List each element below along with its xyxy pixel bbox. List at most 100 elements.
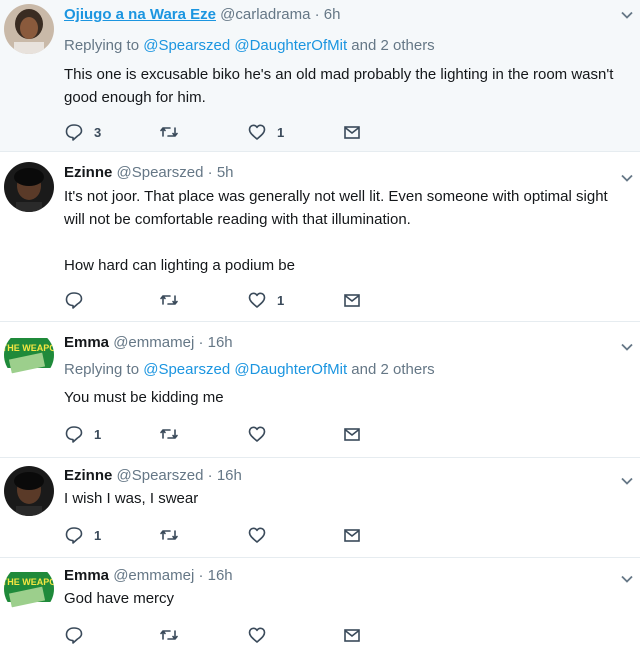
display-name[interactable]: Emma — [64, 567, 109, 584]
retweet-icon — [160, 530, 178, 540]
envelope-icon — [344, 126, 360, 139]
reply-icon — [65, 627, 83, 644]
like-count: 1 — [277, 292, 285, 308]
mention-link[interactable]: @DaughterOfMit — [234, 37, 347, 54]
timestamp[interactable]: 16h — [217, 467, 242, 484]
tweet-header: Emma @emmamej · 16h — [64, 566, 233, 586]
timestamp[interactable]: 16h — [208, 567, 233, 584]
separator: · — [198, 334, 204, 351]
tweet-actions: 1 — [64, 289, 384, 311]
tweet-text: How hard can lighting a podium be — [64, 257, 295, 274]
display-name[interactable]: Emma — [64, 334, 109, 351]
timestamp[interactable]: 5h — [217, 164, 234, 181]
timestamp[interactable]: 16h — [208, 334, 233, 351]
display-name[interactable]: Ojiugo a na Wara Eze — [64, 6, 216, 23]
tweet-header: Ezinne @Spearszed · 16h — [64, 466, 242, 486]
heart-icon — [248, 426, 266, 442]
reply-button[interactable]: 1 — [64, 423, 101, 445]
like-count: 1 — [277, 124, 285, 140]
username[interactable]: @carladrama — [220, 6, 310, 23]
tweet-actions: 3 1 — [64, 121, 384, 143]
avatar[interactable]: THE WEAPO — [4, 330, 54, 380]
chevron-down-icon[interactable] — [620, 340, 634, 354]
others-link[interactable]: 2 others — [380, 361, 434, 378]
username[interactable]: @emmamej — [113, 567, 194, 584]
display-name[interactable]: Ezinne — [64, 467, 112, 484]
heart-icon — [248, 627, 266, 643]
retweet-button[interactable] — [159, 423, 189, 445]
reply-count: 1 — [94, 527, 102, 543]
tweet[interactable]: Ezinne @Spearszed · 5h It's not joor. Th… — [0, 152, 640, 322]
separator: · — [314, 6, 320, 23]
direct-message-button[interactable] — [342, 289, 362, 311]
tweet-text: It's not joor. That place was generally … — [64, 188, 608, 228]
direct-message-button[interactable] — [342, 524, 362, 546]
heart-icon — [248, 292, 266, 308]
tweet[interactable]: Ojiugo a na Wara Eze @carladrama · 6h Re… — [0, 0, 640, 152]
tweet-text: This one is excusable biko he's an old m… — [64, 66, 614, 106]
mention-link[interactable]: @Spearszed — [143, 361, 230, 378]
chevron-down-icon[interactable] — [620, 171, 634, 185]
avatar[interactable]: THE WEAPO — [4, 564, 54, 614]
avatar-logo-text: THE WEAPO — [4, 343, 54, 353]
username[interactable]: @Spearszed — [117, 164, 204, 181]
separator: · — [198, 567, 204, 584]
like-button[interactable] — [247, 524, 277, 546]
like-button[interactable]: 1 — [247, 121, 284, 143]
retweet-icon — [160, 295, 178, 305]
envelope-icon — [344, 428, 360, 441]
retweet-button[interactable] — [159, 121, 189, 143]
tweet-text: I wish I was, I swear — [64, 490, 199, 507]
tweet-header: Ezinne @Spearszed · 5h — [64, 163, 234, 183]
display-name[interactable]: Ezinne — [64, 164, 112, 181]
retweet-icon — [160, 429, 178, 439]
chevron-down-icon[interactable] — [620, 474, 634, 488]
reply-icon — [65, 426, 83, 443]
avatar[interactable] — [4, 162, 54, 212]
avatar-logo-text: THE WEAPO — [4, 577, 54, 587]
replying-to: Replying to @Spearszed @DaughterOfMit an… — [64, 361, 435, 378]
tweet-header: Emma @emmamej · 16h — [64, 333, 233, 353]
like-button[interactable] — [247, 624, 277, 646]
tweet[interactable]: Ezinne @Spearszed · 16h I wish I was, I … — [0, 458, 640, 558]
mention-link[interactable]: @DaughterOfMit — [234, 361, 347, 378]
reply-button[interactable]: 3 — [64, 121, 101, 143]
tweet-header: Ojiugo a na Wara Eze @carladrama · 6h — [64, 5, 340, 25]
heart-icon — [248, 527, 266, 543]
separator: · — [207, 467, 213, 484]
retweet-icon — [160, 630, 178, 640]
tweet-actions: 1 — [64, 423, 384, 445]
retweet-button[interactable] — [159, 524, 189, 546]
retweet-icon — [160, 127, 178, 137]
chevron-down-icon[interactable] — [620, 8, 634, 22]
reply-icon — [65, 292, 83, 309]
direct-message-button[interactable] — [342, 121, 362, 143]
username[interactable]: @emmamej — [113, 334, 194, 351]
chevron-down-icon[interactable] — [620, 572, 634, 586]
tweet-text: God have mercy — [64, 590, 175, 607]
envelope-icon — [344, 529, 360, 542]
reply-button[interactable] — [64, 289, 94, 311]
reply-icon — [65, 527, 83, 544]
avatar[interactable] — [4, 466, 54, 516]
avatar[interactable] — [4, 4, 54, 54]
reply-button[interactable] — [64, 624, 94, 646]
separator: · — [207, 164, 213, 181]
tweet-actions: 1 — [64, 524, 384, 546]
reply-count: 3 — [94, 124, 102, 140]
reply-button[interactable]: 1 — [64, 524, 101, 546]
reply-icon — [65, 124, 83, 141]
retweet-button[interactable] — [159, 289, 189, 311]
retweet-button[interactable] — [159, 624, 189, 646]
username[interactable]: @Spearszed — [117, 467, 204, 484]
tweet[interactable]: THE WEAPO Emma @emmamej · 16h God have m… — [0, 558, 640, 655]
tweet[interactable]: THE WEAPO Emma @emmamej · 16h Replying t… — [0, 322, 640, 458]
mention-link[interactable]: @Spearszed — [143, 37, 230, 54]
like-button[interactable] — [247, 423, 277, 445]
direct-message-button[interactable] — [342, 624, 362, 646]
timestamp[interactable]: 6h — [324, 6, 341, 23]
tweet-actions — [64, 624, 384, 646]
others-link[interactable]: 2 others — [380, 37, 434, 54]
direct-message-button[interactable] — [342, 423, 362, 445]
like-button[interactable]: 1 — [247, 289, 284, 311]
